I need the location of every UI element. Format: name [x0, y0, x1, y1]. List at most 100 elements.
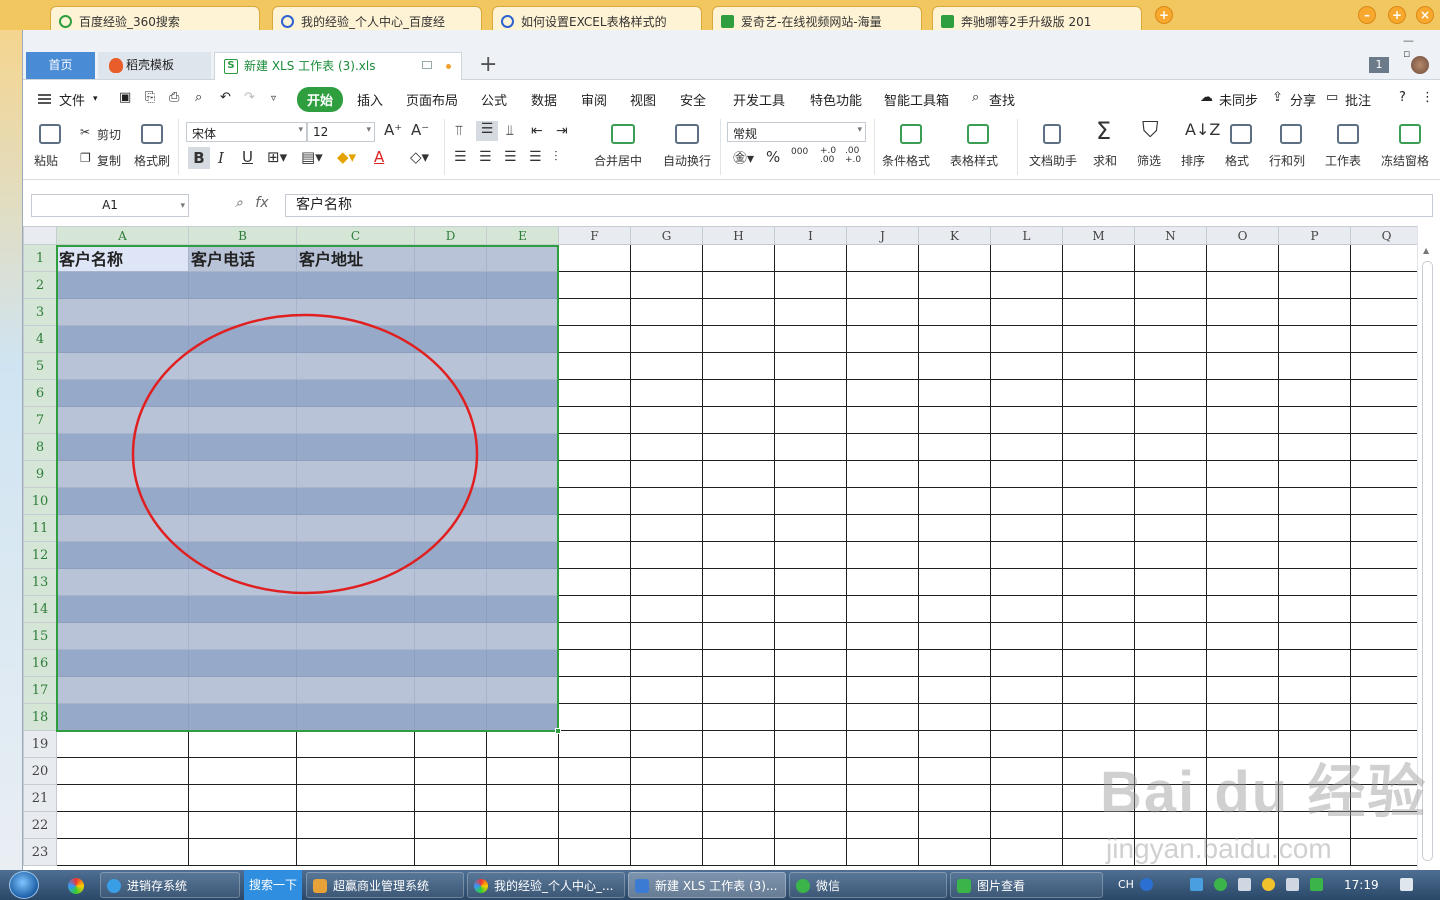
cell-l18[interactable] — [990, 703, 1063, 731]
tab-home[interactable]: 首页 — [26, 52, 95, 79]
column-header-d[interactable]: D — [414, 226, 487, 245]
cell-j1[interactable] — [846, 244, 919, 272]
cell-e21[interactable] — [486, 784, 559, 812]
cell-p5[interactable] — [1278, 352, 1351, 380]
worksheet-button[interactable]: 工作表 — [1325, 152, 1361, 169]
cell-f23[interactable] — [558, 838, 631, 866]
cell-m3[interactable] — [1062, 298, 1135, 326]
cell-l17[interactable] — [990, 676, 1063, 704]
cell-l13[interactable] — [990, 568, 1063, 596]
merge-center-button[interactable]: 合并居中 — [594, 152, 642, 169]
cell-f10[interactable] — [558, 487, 631, 515]
document-helper-button[interactable]: 文档助手 — [1029, 152, 1077, 169]
cell-a22[interactable] — [56, 811, 189, 839]
cell-b20[interactable] — [188, 757, 297, 785]
cell-j10[interactable] — [846, 487, 919, 515]
cell-a1[interactable]: 客户名称 — [56, 244, 189, 272]
cell-h2[interactable] — [702, 271, 775, 299]
cell-c21[interactable] — [296, 784, 415, 812]
cell-j21[interactable] — [846, 784, 919, 812]
cell-i19[interactable] — [774, 730, 847, 758]
new-browser-tab-icon[interactable]: + — [1155, 6, 1173, 24]
print-icon[interactable]: ⎙ — [169, 90, 179, 105]
comment-button[interactable]: 批注 — [1345, 90, 1371, 109]
row-header[interactable]: 11 — [23, 514, 57, 542]
cell-h16[interactable] — [702, 649, 775, 677]
freeze-panes-icon[interactable] — [1399, 124, 1421, 144]
cell-q12[interactable] — [1350, 541, 1423, 569]
cell-j5[interactable] — [846, 352, 919, 380]
cell-j6[interactable] — [846, 379, 919, 407]
cell-n11[interactable] — [1134, 514, 1207, 542]
cell-h8[interactable] — [702, 433, 775, 461]
cell-d22[interactable] — [414, 811, 487, 839]
paste-button[interactable]: 粘贴 — [34, 152, 58, 169]
save-icon[interactable]: ▣ — [119, 90, 131, 105]
cell-d5[interactable] — [414, 352, 487, 380]
cell-c10[interactable] — [296, 487, 415, 515]
redo-icon[interactable]: ↷ — [244, 90, 255, 105]
cell-e10[interactable] — [486, 487, 559, 515]
formula-input[interactable]: 客户名称 — [285, 194, 1433, 217]
cell-o13[interactable] — [1206, 568, 1279, 596]
cell-p9[interactable] — [1278, 460, 1351, 488]
column-header-c[interactable]: C — [296, 226, 415, 245]
menu-security[interactable]: 安全 — [680, 90, 706, 109]
cell-e7[interactable] — [486, 406, 559, 434]
cell-n9[interactable] — [1134, 460, 1207, 488]
column-header-h[interactable]: H — [702, 226, 775, 245]
decrease-indent-icon[interactable]: ⇤ — [531, 123, 543, 139]
cell-f7[interactable] — [558, 406, 631, 434]
cell-j3[interactable] — [846, 298, 919, 326]
cell-d10[interactable] — [414, 487, 487, 515]
cell-p16[interactable] — [1278, 649, 1351, 677]
share-button[interactable]: 分享 — [1290, 90, 1316, 109]
cell-h21[interactable] — [702, 784, 775, 812]
cell-p6[interactable] — [1278, 379, 1351, 407]
cell-g20[interactable] — [630, 757, 703, 785]
sort-icon[interactable]: A↓Z — [1185, 120, 1220, 139]
row-header[interactable]: 14 — [23, 595, 57, 623]
cell-j7[interactable] — [846, 406, 919, 434]
cell-k7[interactable] — [918, 406, 991, 434]
menu-file[interactable]: 文件 — [59, 90, 85, 109]
cell-f17[interactable] — [558, 676, 631, 704]
row-header[interactable]: 1 — [23, 244, 57, 272]
fill-handle[interactable] — [555, 728, 561, 734]
cell-b16[interactable] — [188, 649, 297, 677]
cell-h1[interactable] — [702, 244, 775, 272]
cell-k5[interactable] — [918, 352, 991, 380]
cell-p18[interactable] — [1278, 703, 1351, 731]
cell-g10[interactable] — [630, 487, 703, 515]
cell-d1[interactable] — [414, 244, 487, 272]
cell-h20[interactable] — [702, 757, 775, 785]
cell-k14[interactable] — [918, 595, 991, 623]
cell-a15[interactable] — [56, 622, 189, 650]
cell-i2[interactable] — [774, 271, 847, 299]
cell-j22[interactable] — [846, 811, 919, 839]
cell-l19[interactable] — [990, 730, 1063, 758]
cell-a2[interactable] — [56, 271, 189, 299]
volume-icon[interactable] — [1238, 878, 1251, 891]
cell-m1[interactable] — [1062, 244, 1135, 272]
export-icon[interactable]: ⎘ — [145, 90, 155, 105]
cell-f20[interactable] — [558, 757, 631, 785]
cell-j13[interactable] — [846, 568, 919, 596]
font-name-select[interactable]: 宋体 — [186, 122, 307, 142]
cell-p14[interactable] — [1278, 595, 1351, 623]
cell-n6[interactable] — [1134, 379, 1207, 407]
cell-f4[interactable] — [558, 325, 631, 353]
cell-c11[interactable] — [296, 514, 415, 542]
cell-i1[interactable] — [774, 244, 847, 272]
cell-j4[interactable] — [846, 325, 919, 353]
cell-g12[interactable] — [630, 541, 703, 569]
cell-n12[interactable] — [1134, 541, 1207, 569]
cell-d11[interactable] — [414, 514, 487, 542]
cell-d6[interactable] — [414, 379, 487, 407]
fill-color-icon[interactable]: ◆▾ — [337, 148, 356, 166]
column-header-o[interactable]: O — [1206, 226, 1279, 245]
cell-h4[interactable] — [702, 325, 775, 353]
cell-f3[interactable] — [558, 298, 631, 326]
menu-insert[interactable]: 插入 — [357, 90, 383, 109]
cell-g14[interactable] — [630, 595, 703, 623]
